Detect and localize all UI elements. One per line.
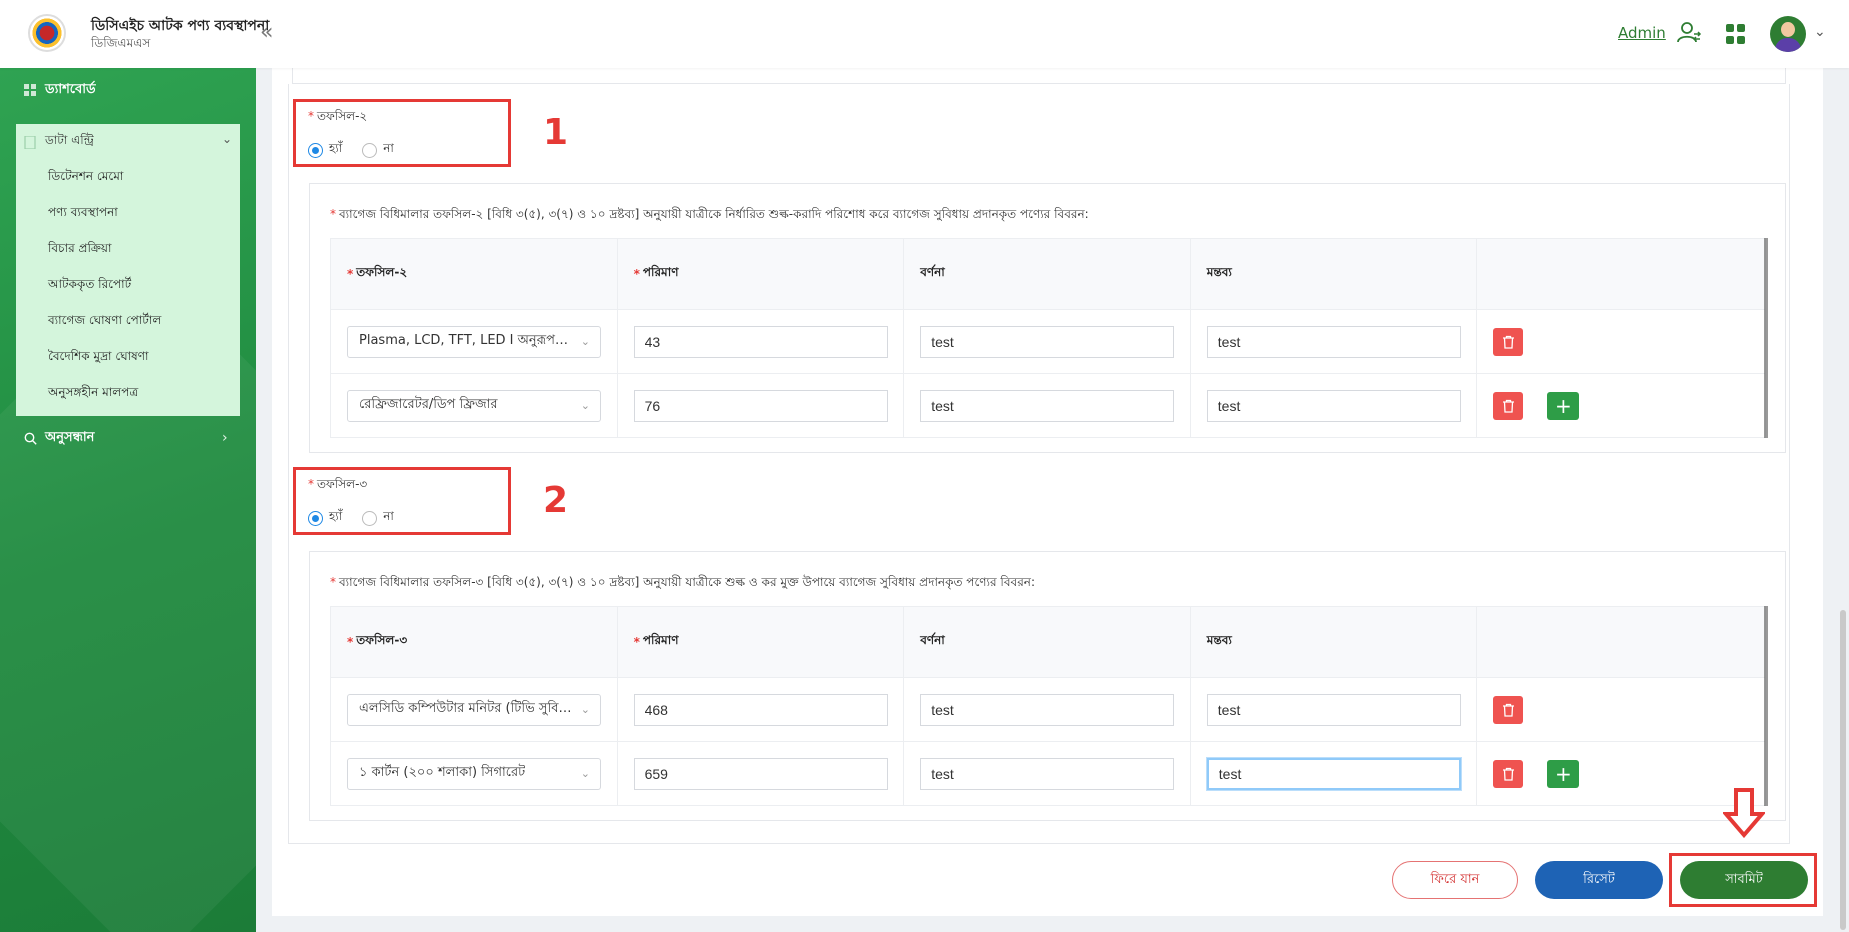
- sidebar-subitem-foreign-currency[interactable]: বৈদেশিক মুদ্রা ঘোষণা: [48, 348, 148, 368]
- page-scrollbar[interactable]: [1840, 610, 1846, 930]
- sidebar: ড্যাশবোর্ড ডাটা এন্ট্রি ⌄ ডিটেনশন মেমো প…: [0, 68, 256, 932]
- radio-checked-icon[interactable]: [308, 142, 323, 158]
- annotation-number-1: 1: [543, 112, 569, 153]
- delete-row-button[interactable]: [1493, 695, 1524, 724]
- sidebar-subitem-detention-memo[interactable]: ডিটেনশন মেমো: [48, 168, 123, 188]
- trash-icon: [1502, 767, 1514, 781]
- radio-group-schedule-2: * তফসিল-২ হ্যাঁ না: [308, 108, 408, 160]
- annotation-number-2: 2: [543, 480, 569, 521]
- add-row-button[interactable]: +: [1547, 391, 1580, 420]
- schedule-2-label: তফসিল-২: [317, 109, 368, 123]
- sidebar-item-label: অনুসন্ধান: [45, 430, 95, 445]
- radio-unchecked-icon[interactable]: [362, 510, 378, 526]
- schedule-3-yes-option[interactable]: হ্যাঁ: [308, 508, 342, 528]
- plus-icon: +: [1554, 393, 1572, 418]
- schedule-2-no-option[interactable]: না: [362, 140, 394, 160]
- sidebar-item-dashboard[interactable]: ড্যাশবোর্ড: [24, 80, 96, 101]
- schedule-3-item-select[interactable]: এলসিডি কম্পিউটার মনিটর (টিভি সুবিধা ... ⌄: [347, 693, 601, 726]
- table-row: এলসিডি কম্পিউটার মনিটর (টিভি সুবিধা ... ⌄: [330, 678, 1766, 742]
- remark-input[interactable]: [1206, 389, 1461, 422]
- schedule-3-label: তফসিল-৩: [317, 477, 368, 491]
- sidebar-item-data-entry[interactable]: ডাটা এন্ট্রি ⌄: [24, 132, 234, 152]
- chevron-right-icon: ›: [222, 430, 228, 446]
- chevron-down-icon: ⌄: [580, 398, 590, 412]
- table-row: রেফ্রিজারেটর/ডিপ ফ্রিজার⌄ +: [330, 374, 1766, 438]
- sidebar-subitem-unaccompanied-baggage[interactable]: অনুসঙ্গহীন মালপত্র: [48, 384, 138, 404]
- delete-row-button[interactable]: [1493, 327, 1524, 356]
- chevron-down-icon: ⌄: [580, 702, 590, 716]
- chevron-down-icon: ⌄: [580, 334, 590, 348]
- schedule-3-no-option[interactable]: না: [362, 508, 394, 528]
- top-header: ডিসিএইচ আটক পণ্য ব্যবস্থাপনা ডিজিএমএস « …: [0, 0, 1849, 68]
- submit-button[interactable]: সাবমিট: [1680, 861, 1808, 899]
- quantity-input[interactable]: [633, 325, 888, 358]
- add-row-button[interactable]: +: [1547, 759, 1580, 788]
- sidebar-item-label: ড্যাশবোর্ড: [45, 82, 96, 97]
- description-input[interactable]: [920, 389, 1175, 422]
- schedule-2-item-select[interactable]: রেফ্রিজারেটর/ডিপ ফ্রিজার ⌄: [347, 389, 601, 422]
- schedule-2-yes-option[interactable]: হ্যাঁ: [308, 140, 342, 160]
- description-input[interactable]: [920, 325, 1175, 358]
- app-subtitle: ডিজিএমএস: [91, 36, 151, 50]
- quantity-input[interactable]: [633, 693, 888, 726]
- table-scroll-edge[interactable]: [1764, 238, 1768, 438]
- reset-button[interactable]: রিসেট: [1535, 861, 1663, 899]
- previous-section-edge: [292, 68, 1786, 84]
- apps-grid-icon[interactable]: [1726, 24, 1746, 44]
- delete-row-button[interactable]: [1493, 391, 1524, 420]
- schedule-2-description: * ব্যাগেজ বিধিমালার তফসিল-২ [বিধি ৩(৫), ৩…: [330, 207, 1089, 221]
- chevron-down-icon: ⌄: [221, 132, 232, 146]
- quantity-input[interactable]: [633, 757, 888, 790]
- radio-group-schedule-3: * তফসিল-৩ হ্যাঁ না: [308, 476, 408, 528]
- schedule-2-item-select[interactable]: Plasma, LCD, TFT, LED I অনুরূপ প্র... ⌄: [347, 325, 601, 358]
- sidebar-collapse-icon[interactable]: «: [260, 20, 273, 45]
- schedule-3-table-header: * তফসিল-৩ * পরিমাণ বর্ণনা মন্তব্য: [330, 606, 1766, 678]
- plus-icon: +: [1554, 761, 1572, 786]
- trash-icon: [1502, 703, 1514, 717]
- radio-unchecked-icon[interactable]: [362, 142, 378, 158]
- schedule-3-item-select[interactable]: ১ কার্টন (২০০ শলাকা) সিগারেট ⌄: [347, 757, 601, 790]
- back-button[interactable]: ফিরে যান: [1392, 861, 1518, 899]
- sidebar-item-search[interactable]: অনুসন্ধান: [24, 428, 94, 449]
- schedule-2-table-header: * তফসিল-২ * পরিমাণ বর্ণনা মন্তব্য: [330, 238, 1766, 310]
- user-switch-icon[interactable]: [1676, 20, 1702, 46]
- grid-icon: [24, 84, 36, 96]
- avatar[interactable]: [1770, 16, 1806, 52]
- trash-icon: [1502, 335, 1514, 349]
- arrow-down-icon: [1723, 788, 1765, 838]
- remark-input[interactable]: [1206, 757, 1461, 790]
- app-logo-icon: [28, 14, 66, 52]
- remark-input[interactable]: [1206, 693, 1461, 726]
- trash-icon: [1502, 399, 1514, 413]
- delete-row-button[interactable]: [1493, 759, 1524, 788]
- chevron-down-icon[interactable]: ⌄: [1814, 24, 1826, 40]
- table-scroll-edge[interactable]: [1764, 606, 1768, 806]
- sidebar-item-label: ডাটা এন্ট্রি: [45, 133, 94, 147]
- document-icon: [24, 135, 36, 149]
- table-row: ১ কার্টন (২০০ শলাকা) সিগারেট⌄ +: [330, 742, 1766, 806]
- sidebar-submenu-data-entry: ডাটা এন্ট্রি ⌄ ডিটেনশন মেমো পণ্য ব্যবস্থ…: [16, 124, 240, 416]
- admin-link[interactable]: Admin: [1618, 24, 1666, 42]
- quantity-input[interactable]: [633, 389, 888, 422]
- sidebar-subitem-seized-report[interactable]: আটককৃত রিপোর্ট: [48, 276, 131, 296]
- schedule-3-description: * ব্যাগেজ বিধিমালার তফসিল-৩ [বিধি ৩(৫), ৩…: [330, 575, 1036, 589]
- description-input[interactable]: [920, 757, 1175, 790]
- table-row: Plasma, LCD, TFT, LED I অনুরূপ প্র... ⌄: [330, 310, 1766, 374]
- remark-input[interactable]: [1206, 325, 1461, 358]
- search-icon: [24, 432, 37, 445]
- sidebar-subitem-baggage-portal[interactable]: ব্যাগেজ ঘোষণা পোর্টাল: [48, 312, 161, 332]
- description-input[interactable]: [920, 693, 1175, 726]
- chevron-down-icon: ⌄: [580, 766, 590, 780]
- sidebar-subitem-trial-process[interactable]: বিচার প্রক্রিয়া: [48, 240, 111, 260]
- radio-checked-icon[interactable]: [308, 510, 323, 526]
- sidebar-subitem-goods-management[interactable]: পণ্য ব্যবস্থাপনা: [48, 204, 118, 224]
